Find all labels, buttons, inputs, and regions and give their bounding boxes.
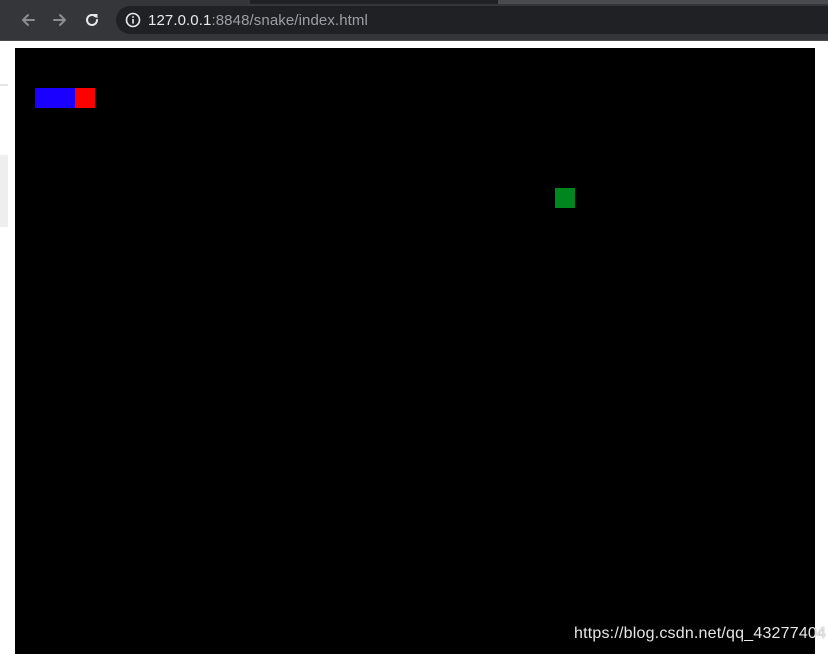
info-icon[interactable] — [124, 11, 142, 29]
url-host: 127.0.0.1 — [148, 11, 212, 29]
watermark: https://blog.csdn.net/qq_43277404 — [574, 625, 827, 642]
url-text: 127.0.0.1:8848/snake/index.html — [148, 12, 368, 29]
snake-head — [75, 88, 95, 108]
tab-strip — [0, 0, 828, 4]
snake-game-board[interactable] — [15, 48, 815, 654]
browser-toolbar: 127.0.0.1:8848/snake/index.html — [0, 0, 828, 40]
address-bar[interactable]: 127.0.0.1:8848/snake/index.html — [116, 6, 828, 34]
active-tab-edge[interactable] — [0, 0, 250, 4]
snake-body — [35, 88, 75, 108]
back-button[interactable] — [16, 8, 40, 32]
url-path: :8848/snake/index.html — [211, 11, 368, 29]
forward-button[interactable] — [48, 8, 72, 32]
back-arrow-icon — [22, 14, 35, 26]
inactive-tab-edge[interactable] — [498, 0, 828, 4]
food-block — [555, 188, 575, 208]
reload-icon — [86, 13, 98, 26]
forward-arrow-icon — [53, 14, 66, 26]
reload-button[interactable] — [80, 8, 104, 32]
background-page-panel — [0, 155, 8, 227]
background-page-edge — [0, 84, 8, 86]
